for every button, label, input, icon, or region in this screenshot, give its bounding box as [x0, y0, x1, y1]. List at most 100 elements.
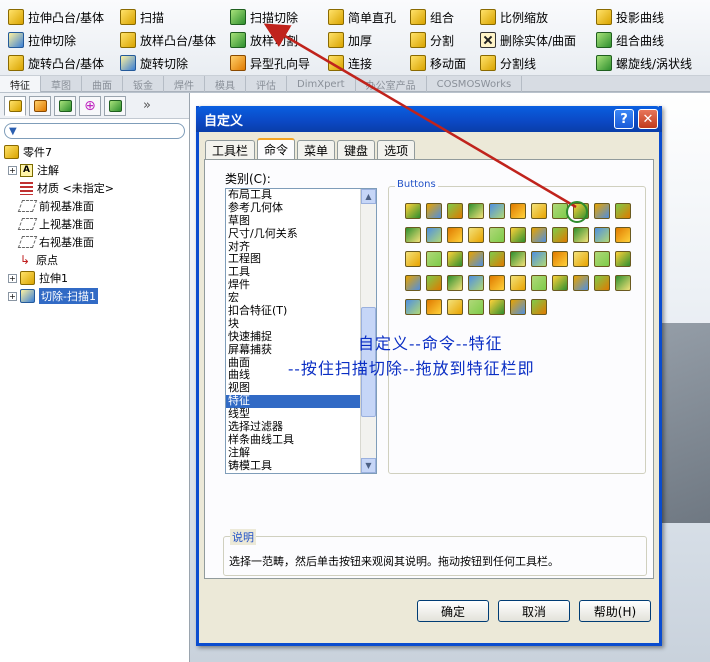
category-item[interactable]: 铸模工具 [226, 459, 376, 473]
tree-item-origin[interactable]: ↳ 原点 [0, 251, 189, 269]
tree-item-annotations[interactable]: + A 注解 [0, 161, 189, 179]
command-button-icon[interactable] [447, 299, 463, 315]
command-button-icon[interactable] [552, 227, 568, 243]
category-item[interactable]: 焊件 [226, 278, 376, 292]
command-button-icon[interactable] [531, 275, 547, 291]
command-button-icon[interactable] [489, 251, 505, 267]
command-button-icon[interactable] [405, 227, 421, 243]
tree-item-cut-sweep1[interactable]: + 切除-扫描1 [0, 287, 189, 305]
command-button-icon[interactable] [531, 227, 547, 243]
category-item[interactable]: 注解 [226, 446, 376, 460]
sweep-cut-button[interactable]: 扫描切除 [230, 7, 298, 27]
command-button-icon[interactable] [405, 275, 421, 291]
command-button-icon[interactable] [468, 299, 484, 315]
category-item[interactable]: 选择过滤器 [226, 420, 376, 434]
category-item[interactable]: 快速捕捉 [226, 330, 376, 344]
command-button-icon[interactable] [468, 275, 484, 291]
category-item[interactable]: 块 [226, 317, 376, 331]
split-button[interactable]: 分割 [410, 30, 454, 50]
command-button-icon[interactable] [405, 251, 421, 267]
command-button-icon[interactable] [531, 251, 547, 267]
category-item[interactable]: 尺寸/几何关系 [226, 227, 376, 241]
command-button-icon[interactable] [552, 203, 568, 219]
category-item[interactable]: 草图 [226, 214, 376, 228]
tab-dimxpert[interactable]: DimXpert [287, 76, 356, 92]
helix-button[interactable]: 螺旋线/涡状线 [596, 53, 692, 73]
category-item[interactable]: 扣合特征(T) [226, 304, 376, 318]
feature-tree-tab[interactable] [4, 95, 26, 116]
tab-weldments[interactable]: 焊件 [164, 76, 205, 92]
tab-menus[interactable]: 菜单 [297, 140, 336, 159]
dialog-title-bar[interactable]: 自定义 ? ✕ [196, 106, 662, 132]
command-button-icon[interactable] [489, 299, 505, 315]
command-button-icon[interactable] [447, 251, 463, 267]
loft-cut-button[interactable]: 放样切割 [230, 30, 298, 50]
tab-commands[interactable]: 命令 [257, 138, 296, 159]
command-button-icon[interactable] [426, 203, 442, 219]
tab-features[interactable]: 特征 [0, 76, 41, 92]
tree-item-right-plane[interactable]: 右视基准面 [0, 233, 189, 251]
tab-cosmosworks[interactable]: COSMOSWorks [427, 76, 523, 92]
tree-filter-input[interactable]: ▼ [4, 123, 185, 139]
command-button-icon[interactable] [405, 299, 421, 315]
projected-curve-button[interactable]: 投影曲线 [596, 7, 664, 27]
command-button-icon[interactable] [552, 251, 568, 267]
tab-sketch[interactable]: 草图 [41, 76, 82, 92]
command-button-icon[interactable] [426, 251, 442, 267]
hole-wizard-button[interactable]: 异型孔向导 [230, 53, 310, 73]
tab-toolbars[interactable]: 工具栏 [205, 140, 256, 159]
tab-surfaces[interactable]: 曲面 [82, 76, 123, 92]
command-button-icon[interactable] [594, 275, 610, 291]
tab-evaluate[interactable]: 评估 [246, 76, 287, 92]
command-button-icon[interactable] [531, 203, 547, 219]
close-icon[interactable]: ✕ [638, 109, 658, 129]
thicken-button[interactable]: 加厚 [328, 30, 372, 50]
help-button[interactable]: 帮助(H) [579, 600, 651, 622]
command-button-icon[interactable] [510, 251, 526, 267]
scroll-down-icon[interactable]: ▼ [361, 458, 376, 473]
tree-item-material[interactable]: 材质 <未指定> [0, 179, 189, 197]
property-manager-tab[interactable] [29, 95, 51, 116]
move-face-button[interactable]: 移动面 [410, 53, 466, 73]
tab-office[interactable]: 办公室产品 [356, 76, 427, 92]
command-button-icon[interactable] [594, 251, 610, 267]
tab-mold[interactable]: 模具 [205, 76, 246, 92]
expand-icon[interactable]: + [8, 291, 17, 301]
delete-body-button[interactable]: 删除实体/曲面 [480, 30, 576, 50]
command-button-icon[interactable] [510, 275, 526, 291]
panel-expand-icon[interactable]: » [143, 98, 151, 113]
category-item[interactable]: 样条曲线工具 [226, 433, 376, 447]
command-button-icon[interactable] [573, 251, 589, 267]
combine-button[interactable]: 组合 [410, 7, 454, 27]
command-button-icon[interactable] [615, 227, 631, 243]
help-icon[interactable]: ? [614, 109, 634, 129]
tab-sheet-metal[interactable]: 钣金 [123, 76, 164, 92]
command-button-icon[interactable] [510, 203, 526, 219]
cancel-button[interactable]: 取消 [498, 600, 570, 622]
command-button-icon[interactable] [594, 203, 610, 219]
dimxpert-manager-tab[interactable]: ⊕ [79, 95, 101, 116]
command-button-icon[interactable] [468, 251, 484, 267]
tree-item-top-plane[interactable]: 上视基准面 [0, 215, 189, 233]
tab-keyboard[interactable]: 键盘 [337, 140, 376, 159]
command-button-icon[interactable] [573, 203, 589, 219]
command-button-icon[interactable] [426, 227, 442, 243]
category-item[interactable]: 参考几何体 [226, 201, 376, 215]
composite-curve-button[interactable]: 组合曲线 [596, 30, 664, 50]
command-button-icon[interactable] [615, 203, 631, 219]
join-button[interactable]: 连接 [328, 53, 372, 73]
command-button-icon[interactable] [468, 203, 484, 219]
command-button-icon[interactable] [594, 227, 610, 243]
expand-icon[interactable]: + [8, 165, 17, 175]
command-button-icon[interactable] [489, 227, 505, 243]
extrude-cut-button[interactable]: 拉伸切除 [8, 30, 76, 50]
extrude-boss-button[interactable]: 拉伸凸台/基体 [8, 7, 104, 27]
scale-button[interactable]: 比例缩放 [480, 7, 548, 27]
command-button-icon[interactable] [510, 299, 526, 315]
command-button-icon[interactable] [426, 299, 442, 315]
command-button-icon[interactable] [447, 227, 463, 243]
category-listbox[interactable]: 布局工具 参考几何体 草图 尺寸/几何关系 对齐 工程图 工具 焊件宏扣合特征(T) 块快速捕捉… [225, 188, 377, 474]
command-button-icon[interactable] [510, 227, 526, 243]
command-button-icon[interactable] [573, 227, 589, 243]
simple-hole-button[interactable]: 简单直孔 [328, 7, 396, 27]
